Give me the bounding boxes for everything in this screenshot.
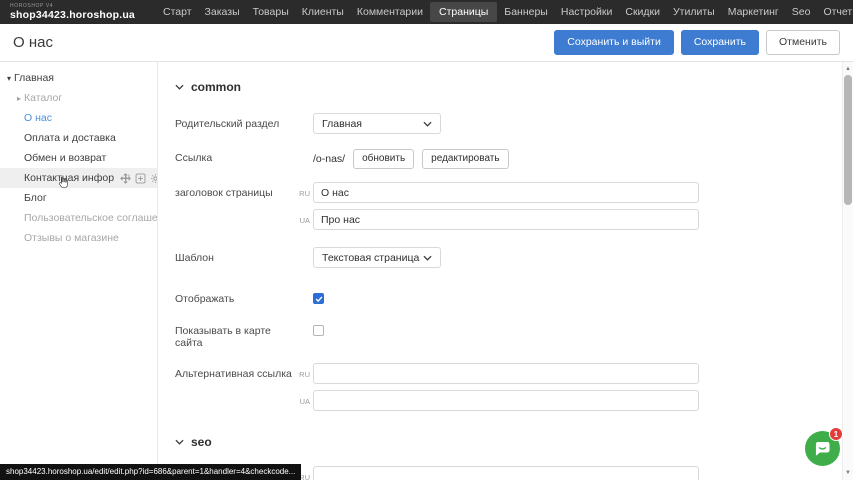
cancel-button[interactable]: Отменить <box>766 30 840 55</box>
scroll-down-icon[interactable]: ▼ <box>843 468 853 478</box>
lang-badge-ru: RU <box>295 363 310 384</box>
page-title-ru-input[interactable] <box>313 182 699 203</box>
scroll-up-icon[interactable]: ▲ <box>843 64 853 74</box>
section-common-header[interactable]: common <box>175 80 842 94</box>
sidebar-item-oplata[interactable]: Оплата и доставка <box>0 128 157 148</box>
link-edit-button[interactable]: редактировать <box>422 149 508 169</box>
lang-badge-ua: UA <box>295 390 310 411</box>
parent-section-select[interactable]: Главная <box>313 113 441 134</box>
chevron-right-icon[interactable]: ▸ <box>14 94 24 103</box>
logo[interactable]: HOROSHOP V4 shop34423.horoshop.ua <box>10 4 135 21</box>
check-icon <box>315 295 323 303</box>
field-template: Шаблон Текстовая страница <box>175 247 842 268</box>
lang-badge-ru: RU <box>295 182 310 203</box>
sidebar-item-label: Обмен и возврат <box>24 152 106 164</box>
chevron-down-icon <box>423 255 432 261</box>
sidebar-item-blog[interactable]: Блог <box>0 188 157 208</box>
vertical-scrollbar[interactable]: ▲ ▼ <box>842 62 853 480</box>
sidebar-item-label: Пользовательское соглашение <box>24 212 175 224</box>
page-edit-form: common Родительский раздел Главная Ссылк… <box>157 62 842 480</box>
nav-item-clients[interactable]: Клиенты <box>296 2 350 22</box>
main-nav: Старт Заказы Товары Клиенты Комментарии … <box>157 2 853 22</box>
nav-item-reports[interactable]: Отчеты <box>817 2 853 22</box>
sidebar-item-label: О нас <box>24 112 52 124</box>
sidebar-item-glavnaya[interactable]: ▾ Главная <box>0 68 157 88</box>
sidebar-item-label: Главная <box>14 72 54 84</box>
field-display: Отображать <box>175 288 842 305</box>
add-page-icon[interactable] <box>135 173 146 184</box>
link-label: Ссылка <box>175 147 295 164</box>
chat-widget-button[interactable]: 1 <box>805 431 840 466</box>
display-checkbox[interactable] <box>313 293 324 304</box>
field-parent-section: Родительский раздел Главная <box>175 113 842 134</box>
topbar: HOROSHOP V4 shop34423.horoshop.ua Старт … <box>0 0 853 24</box>
section-common-title: common <box>191 80 241 94</box>
chevron-down-icon <box>423 121 432 127</box>
sidebar-item-o-nas[interactable]: О нас <box>0 108 157 128</box>
status-url-tooltip: shop34423.horoshop.ua/edit/edit.php?id=6… <box>0 464 301 480</box>
link-value: /o-nas/ <box>313 153 345 165</box>
page-title-label: заголовок страницы <box>175 182 295 199</box>
field-alt-link: Альтернативная ссылка RU UA <box>175 363 842 411</box>
parent-section-value: Главная <box>322 118 423 130</box>
field-link: Ссылка /o-nas/ обновить редактировать <box>175 147 842 169</box>
sidebar-item-obmen[interactable]: Обмен и возврат <box>0 148 157 168</box>
link-update-button[interactable]: обновить <box>353 149 414 169</box>
admin-screen: HOROSHOP V4 shop34423.horoshop.ua Старт … <box>0 0 853 480</box>
nav-item-orders[interactable]: Заказы <box>199 2 246 22</box>
nav-item-start[interactable]: Старт <box>157 2 198 22</box>
nav-item-seo[interactable]: Seo <box>786 2 817 22</box>
collapse-chevron-icon <box>175 84 184 90</box>
field-sitemap: Показывать в карте сайта <box>175 320 842 349</box>
sidebar-item-katalog[interactable]: ▸ Каталог <box>0 88 157 108</box>
sidebar-item-label: Каталог <box>24 92 62 104</box>
sidebar-item-label: Оплата и доставка <box>24 132 116 144</box>
template-select[interactable]: Текстовая страница <box>313 247 441 268</box>
chat-bubble-icon <box>812 438 833 459</box>
logo-domain: shop34423.horoshop.ua <box>10 10 135 21</box>
sidebar-item-otzyvy[interactable]: Отзывы о магазине <box>0 228 157 248</box>
html-title-ru-input[interactable] <box>313 466 699 480</box>
scrollbar-thumb[interactable] <box>844 75 852 205</box>
logo-version: HOROSHOP V4 <box>10 4 135 9</box>
chevron-down-icon[interactable]: ▾ <box>4 74 14 83</box>
nav-item-banners[interactable]: Баннеры <box>498 2 554 22</box>
page-title-ua-input[interactable] <box>313 209 699 230</box>
section-seo-header[interactable]: seo <box>175 435 842 449</box>
nav-item-pages[interactable]: Страницы <box>430 2 497 22</box>
display-label: Отображать <box>175 288 295 305</box>
collapse-chevron-icon <box>175 439 184 445</box>
sitemap-label: Показывать в карте сайта <box>175 320 295 349</box>
lang-badge-ua: UA <box>295 209 310 230</box>
sidebar-item-polzovatelskoe[interactable]: Пользовательское соглашение <box>0 208 157 228</box>
nav-item-marketing[interactable]: Маркетинг <box>722 2 785 22</box>
pages-tree: ▾ Главная ▸ Каталог О нас Оплата и доста… <box>0 62 157 480</box>
section-seo-title: seo <box>191 435 212 449</box>
nav-item-discounts[interactable]: Скидки <box>619 2 666 22</box>
nav-item-products[interactable]: Товары <box>247 2 295 22</box>
save-button[interactable]: Сохранить <box>681 30 759 55</box>
sidebar-item-label: Блог <box>24 192 47 204</box>
alt-link-ru-input[interactable] <box>313 363 699 384</box>
sidebar-item-label: Отзывы о магазине <box>24 232 119 244</box>
nav-item-comments[interactable]: Комментарии <box>351 2 429 22</box>
template-label: Шаблон <box>175 247 295 264</box>
parent-section-label: Родительский раздел <box>175 113 295 130</box>
alt-link-label: Альтернативная ссылка <box>175 363 295 380</box>
nav-item-settings[interactable]: Настройки <box>555 2 619 22</box>
header-buttons: Сохранить и выйти Сохранить Отменить <box>554 30 840 55</box>
sidebar-item-kontaktnaya[interactable]: Контактная инфор <box>0 168 157 188</box>
template-value: Текстовая страница <box>322 252 423 264</box>
chat-unread-badge: 1 <box>829 427 843 441</box>
sitemap-checkbox[interactable] <box>313 325 324 336</box>
page-title: О нас <box>13 34 53 51</box>
sidebar-item-label: Контактная инфор <box>24 172 114 184</box>
page-header: О нас Сохранить и выйти Сохранить Отмени… <box>0 24 853 62</box>
nav-item-utilities[interactable]: Утилиты <box>667 2 721 22</box>
field-page-title: заголовок страницы RU UA <box>175 182 842 230</box>
save-and-exit-button[interactable]: Сохранить и выйти <box>554 30 674 55</box>
alt-link-ua-input[interactable] <box>313 390 699 411</box>
move-icon[interactable] <box>120 173 131 184</box>
